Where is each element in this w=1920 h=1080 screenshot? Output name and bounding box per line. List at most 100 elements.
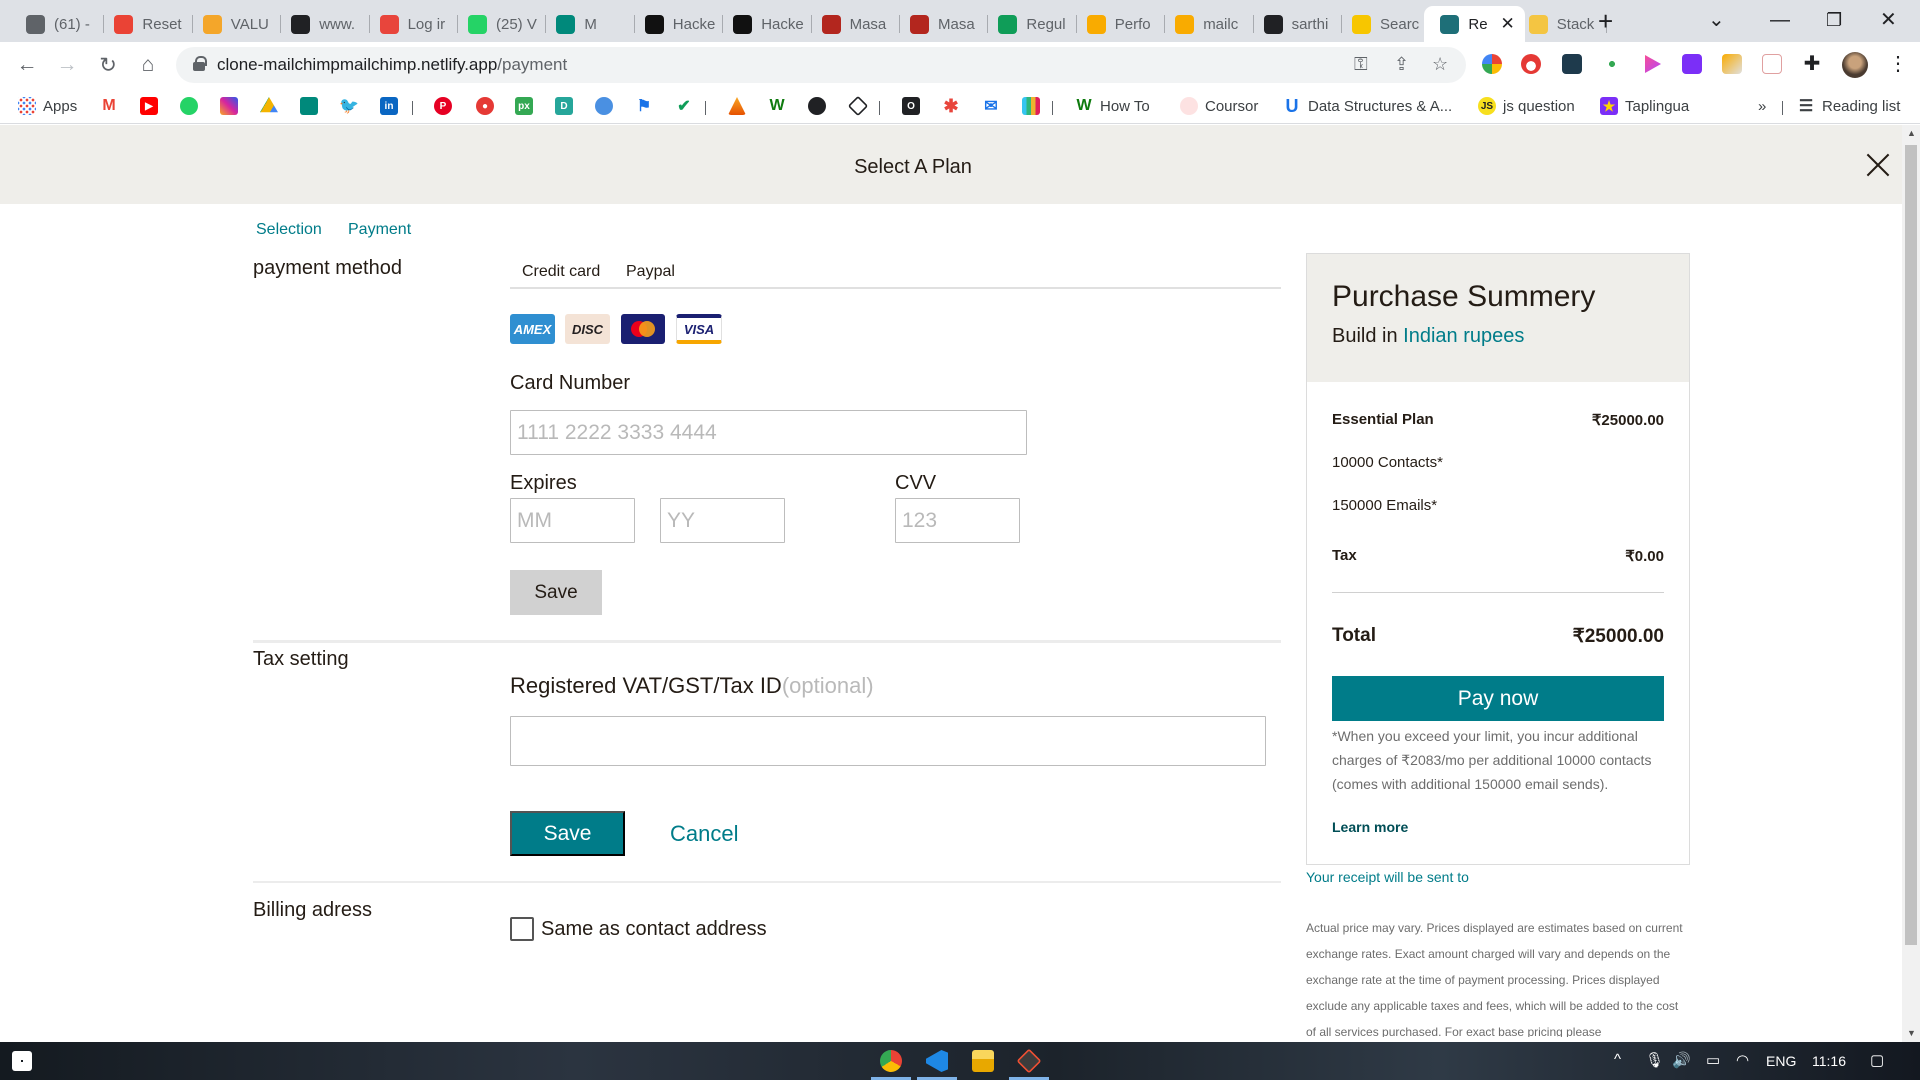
pencil-extension-icon[interactable] [1722,54,1742,74]
expiry-year-input[interactable] [660,498,785,543]
scrollbar-thumb[interactable] [1905,145,1917,945]
card-number-input[interactable] [510,410,1027,455]
tab-search-chevron-icon[interactable]: ⌄ [1708,4,1725,36]
page-scrollbar[interactable]: ▲ ▼ [1902,125,1920,1042]
bookmark-pinterest[interactable]: P [434,96,459,116]
new-tab-button[interactable]: + [1598,6,1613,36]
chrome-taskbar-icon[interactable] [880,1050,902,1072]
breadcrumb-payment[interactable]: Payment [348,221,411,239]
wifi-icon[interactable]: ◠ [1736,1051,1749,1069]
save-card-button[interactable]: Save [510,570,602,615]
close-tab-icon[interactable]: ✕ [1501,14,1515,34]
browser-tab[interactable]: (61) - [16,6,105,42]
bookmark-asterisk[interactable]: ✱ [942,96,967,116]
expiry-month-input[interactable] [510,498,635,543]
bookmark-record[interactable]: ● [476,96,501,116]
cancel-button[interactable]: Cancel [670,821,738,847]
browser-tab[interactable]: Log ir [370,6,458,42]
bookmark-github[interactable] [808,96,833,116]
share-icon[interactable]: ⇪ [1394,54,1409,75]
tax-id-input[interactable] [510,716,1266,766]
pokeball-extension-icon[interactable] [1521,54,1541,74]
bookmark-o[interactable]: O [902,96,927,116]
browser-tab[interactable]: (25) V [458,6,547,42]
reload-icon[interactable]: ↻ [94,51,122,79]
bookmark-drive[interactable] [260,96,285,116]
bookmark-doc[interactable]: D [555,96,580,116]
browser-tab[interactable]: Regul [988,6,1077,42]
vscode-taskbar-icon[interactable] [926,1050,948,1072]
profile-avatar[interactable] [1842,52,1868,78]
browser-tab[interactable]: Stack [1519,6,1608,42]
save-tax-button[interactable]: Save [510,811,625,856]
browser-tab[interactable]: VALU [193,6,282,42]
clock[interactable]: 11:16 [1812,1053,1846,1069]
bookmark-apps[interactable]: Apps [18,96,77,116]
browser-tab[interactable]: Masa [812,6,900,42]
file-explorer-icon[interactable] [972,1050,994,1072]
address-bar[interactable]: clone-mailchimpmailchimp.netlify.app/pay… [176,47,1466,83]
close-icon[interactable] [1866,153,1890,177]
bookmark-flag[interactable]: ⚑ [635,96,660,116]
bookmark-dsa[interactable]: U Data Structures & A... [1283,96,1453,116]
menu-kebab-icon[interactable]: ⋮ [1888,54,1908,74]
key-icon[interactable]: ⚿ [1354,54,1368,75]
bookmark-taplingua[interactable]: ★ Taplingua [1600,96,1689,116]
pay-now-button[interactable]: Pay now [1332,676,1664,721]
bookmark-star-icon[interactable]: ☆ [1432,54,1448,75]
bookmark-twitter[interactable]: 🐦 [339,96,365,116]
browser-tab[interactable]: Searc [1342,6,1431,42]
bookmark-howto[interactable]: W How To [1075,96,1149,116]
notifications-icon[interactable]: ▢ [1870,1051,1884,1069]
bookmarks-overflow-button[interactable]: » [1758,96,1766,116]
browser-tab[interactable]: Hacke [635,6,724,42]
tab-credit-card[interactable]: Credit card [522,263,600,281]
bookmark-linkedin[interactable]: in [380,96,405,116]
same-as-contact-label[interactable]: Same as contact address [541,918,767,941]
learn-more-link[interactable]: Learn more [1332,819,1408,835]
dots-extension-icon[interactable] [1602,54,1622,74]
home-icon[interactable]: ⌂ [134,51,162,79]
calendar-extension-icon[interactable] [1762,54,1782,74]
tab-paypal[interactable]: Paypal [626,263,675,281]
browser-tab[interactable]: Reset [104,6,193,42]
bookmark-pma[interactable] [728,96,753,116]
volume-icon[interactable]: 🔊 [1672,1051,1691,1069]
reading-list-button[interactable]: ☰ Reading list [1797,96,1901,116]
forward-arrow-icon[interactable]: → [53,51,81,79]
git-taskbar-icon[interactable] [1016,1048,1042,1074]
restore-button[interactable]: ❐ [1826,4,1842,36]
back-arrow-icon[interactable]: ← [13,51,41,79]
windows-start-icon[interactable] [12,1051,32,1071]
color-extension-icon[interactable] [1482,54,1502,74]
bookmark-js-question[interactable]: JS js question [1478,96,1575,116]
battery-icon[interactable]: ▭ [1706,1051,1720,1069]
bookmark-w[interactable]: W [768,96,793,116]
bookmark-check[interactable]: ✔ [675,96,700,116]
scroll-up-icon[interactable]: ▲ [1907,128,1916,138]
microphone-icon[interactable]: 🎙 [1645,1051,1664,1069]
bookmark-instagram[interactable] [220,96,245,116]
bookmark-bot[interactable] [595,96,620,116]
close-window-button[interactable]: ✕ [1880,4,1897,36]
browser-tab[interactable]: Perfo [1077,6,1166,42]
bookmark-whatsapp[interactable] [180,96,205,116]
extensions-puzzle-icon[interactable]: ✚ [1802,54,1822,74]
browser-tab[interactable]: Re ✕ [1424,6,1525,42]
browser-tab[interactable]: www. [281,6,370,42]
language-indicator[interactable]: ENG [1766,1053,1796,1069]
minimize-button[interactable]: — [1770,4,1790,36]
react-devtools-icon[interactable] [1562,54,1582,74]
browser-tab[interactable]: mailc [1165,6,1254,42]
same-as-contact-checkbox[interactable] [510,917,534,941]
scroll-down-icon[interactable]: ▼ [1907,1028,1916,1038]
browser-tab[interactable]: Masa [900,6,989,42]
bookmark-meet[interactable] [300,96,325,116]
breadcrumb-selection[interactable]: Selection [256,221,322,239]
browser-tab[interactable]: sarthi [1254,6,1342,42]
bookmark-px[interactable]: px [515,96,540,116]
cvv-input[interactable] [895,498,1020,543]
bookmark-mailbox[interactable]: ✉ [982,96,1007,116]
bookmark-coursor[interactable]: Coursor [1180,96,1258,116]
v-extension-icon[interactable] [1682,54,1702,74]
